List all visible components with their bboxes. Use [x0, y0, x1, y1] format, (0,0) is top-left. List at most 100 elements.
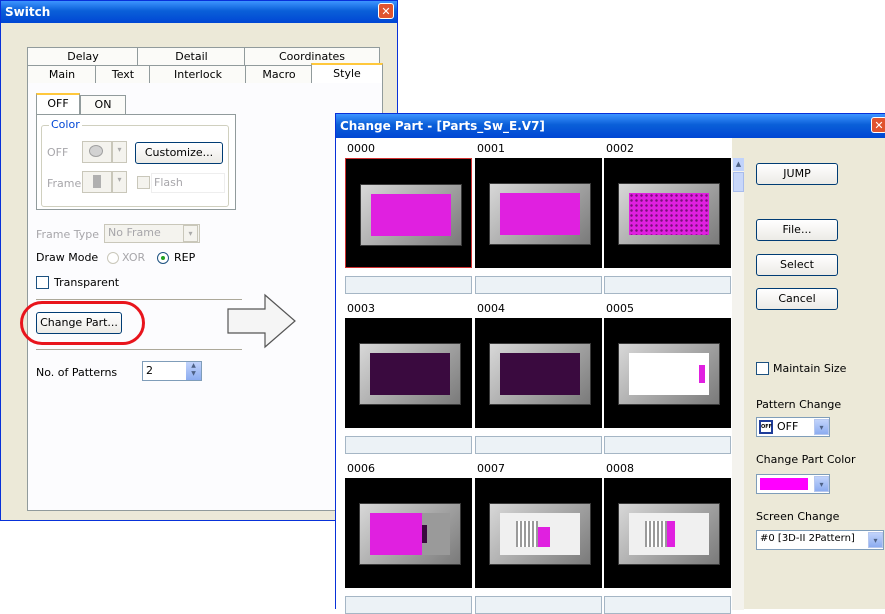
part-face: [370, 353, 450, 395]
arrow-icon: [227, 293, 296, 349]
frame-color-picker[interactable]: [82, 171, 112, 193]
close-icon[interactable]: ✕: [378, 3, 394, 19]
off-color-dropdown[interactable]: ▾: [112, 141, 127, 163]
pattern-change-select[interactable]: OFF OFF ▾: [756, 417, 830, 437]
draw-mode-label: Draw Mode: [36, 251, 99, 264]
select-button[interactable]: Select: [756, 254, 838, 276]
part-face: [500, 513, 580, 555]
file-button[interactable]: File...: [756, 219, 838, 241]
part-bezel: [489, 343, 591, 405]
part-caption-field: [345, 436, 472, 454]
draw-mode-rep-radio[interactable]: [157, 252, 169, 264]
patterns-spinner[interactable]: ▲ ▼: [186, 362, 201, 380]
part-id-label: 0002: [606, 142, 634, 155]
part-face: [370, 513, 450, 555]
switch-dialog-title: Switch: [5, 5, 51, 19]
part-thumbnail[interactable]: [604, 318, 731, 428]
toggle-stripes: [645, 521, 667, 547]
change-part-color-select[interactable]: ▾: [756, 474, 830, 494]
tab-state-on[interactable]: ON: [80, 95, 126, 114]
part-caption-field: [604, 596, 731, 614]
part-thumbnail[interactable]: [345, 318, 472, 428]
scroll-up-icon[interactable]: ▲: [733, 158, 744, 171]
off-color-picker[interactable]: [82, 141, 112, 163]
part-caption-field: [475, 436, 602, 454]
chevron-down-icon[interactable]: ▾: [814, 419, 829, 435]
part-caption-field: [604, 276, 731, 294]
part-caption-field: [475, 596, 602, 614]
switch-title-bar[interactable]: Switch ✕: [1, 1, 397, 23]
maintain-size-checkbox[interactable]: [756, 362, 769, 375]
transparent-label: Transparent: [54, 276, 120, 289]
gallery-scrollbar[interactable]: [732, 158, 744, 610]
part-thumbnail[interactable]: [475, 158, 602, 268]
toggle-mark: [667, 521, 675, 547]
part-bezel: [618, 503, 720, 565]
change-part-title-bar[interactable]: Change Part - [Parts_Sw_E.V7] ✕: [336, 114, 885, 138]
state-panel: Color OFF ▾ Customize... Frame ▾ Flash: [36, 114, 236, 210]
scroll-thumb[interactable]: [733, 172, 744, 192]
slide-knob: [699, 365, 705, 383]
part-thumbnail[interactable]: [475, 478, 602, 588]
tab-style[interactable]: Style: [311, 63, 383, 84]
part-thumbnail[interactable]: [345, 478, 472, 588]
part-bezel: [618, 343, 720, 405]
part-thumbnail[interactable]: [604, 158, 731, 268]
color-group-label: Color: [49, 118, 82, 131]
part-face: [629, 193, 709, 235]
cancel-button[interactable]: Cancel: [756, 288, 838, 310]
part-face: [500, 193, 580, 235]
frame-color-dropdown[interactable]: ▾: [112, 171, 127, 193]
change-part-dialog-title: Change Part - [Parts_Sw_E.V7]: [340, 119, 545, 133]
pattern-change-value: OFF: [777, 420, 799, 433]
part-id-label: 0008: [606, 462, 634, 475]
flash-field: [151, 173, 225, 193]
palette-icon: [89, 145, 103, 157]
draw-mode-xor-label: XOR: [122, 251, 146, 264]
tab-main[interactable]: Main: [27, 65, 97, 84]
draw-mode-xor-radio[interactable]: [107, 252, 119, 264]
color-group: [41, 125, 229, 207]
separator-1: [36, 299, 242, 300]
tab-state-off[interactable]: OFF: [36, 93, 80, 114]
part-caption-field: [604, 436, 731, 454]
change-part-color-label: Change Part Color: [756, 453, 856, 466]
frame-color-label: Frame: [47, 177, 82, 190]
screen-change-value: #0 [3D-II 2Pattern]: [760, 533, 855, 544]
chevron-down-icon[interactable]: ▾: [868, 532, 883, 548]
frame-color-icon: [93, 175, 101, 188]
part-bezel: [360, 184, 462, 246]
tab-delay[interactable]: Delay: [27, 47, 139, 66]
flash-checkbox[interactable]: [137, 176, 150, 189]
tab-detail[interactable]: Detail: [137, 47, 246, 66]
chevron-down-icon[interactable]: ▾: [814, 476, 829, 492]
screen-change-select[interactable]: #0 [3D-II 2Pattern] ▾: [756, 530, 884, 550]
maintain-size-label: Maintain Size: [773, 362, 847, 375]
part-thumbnail[interactable]: [604, 478, 731, 588]
color-swatch: [760, 478, 808, 490]
draw-mode-rep-label: REP: [174, 251, 196, 264]
pattern-change-label: Pattern Change: [756, 398, 842, 411]
close-icon[interactable]: ✕: [871, 117, 885, 133]
customize-button[interactable]: Customize...: [135, 142, 223, 164]
part-caption-field: [345, 596, 472, 614]
part-thumbnail[interactable]: [345, 158, 472, 268]
part-id-label: 0005: [606, 302, 634, 315]
part-bezel: [489, 503, 591, 565]
part-id-label: 0000: [347, 142, 375, 155]
part-bezel: [489, 183, 591, 245]
part-face: [500, 353, 580, 395]
part-id-label: 0007: [477, 462, 505, 475]
off-pattern-icon: OFF: [759, 420, 773, 434]
part-bezel: [359, 343, 461, 405]
part-id-label: 0001: [477, 142, 505, 155]
tab-text[interactable]: Text: [95, 65, 151, 84]
transparent-checkbox[interactable]: [36, 276, 49, 289]
patterns-label: No. of Patterns: [36, 366, 118, 379]
part-thumbnail[interactable]: [475, 318, 602, 428]
tab-interlock[interactable]: Interlock: [149, 65, 247, 84]
part-face: [629, 513, 709, 555]
jump-button[interactable]: JUMP: [756, 163, 838, 185]
chevron-down-icon[interactable]: ▾: [183, 225, 198, 242]
tab-macro[interactable]: Macro: [245, 65, 313, 84]
